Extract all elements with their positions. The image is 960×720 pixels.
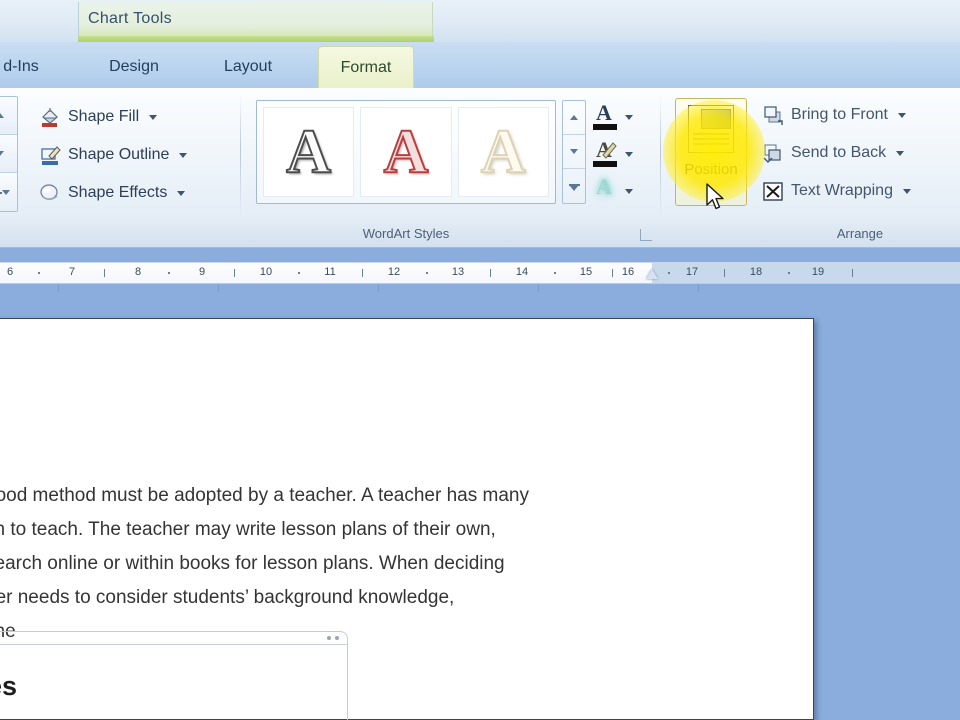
ribbon-body: Shape Fill Shape Outline Shape Effects A… xyxy=(0,88,960,248)
chevron-down-icon[interactable] xyxy=(625,115,633,120)
chevron-down-icon[interactable] xyxy=(179,152,188,158)
text-wrapping-button[interactable]: Text Wrapping xyxy=(762,174,911,208)
ruler-tick: 16 xyxy=(621,266,635,278)
ribbon-tab-strip: d-Ins Design Layout Format xyxy=(0,42,960,88)
group-separator xyxy=(240,94,241,220)
send-to-back-button[interactable]: Send to Back xyxy=(762,136,905,170)
paint-bucket-icon xyxy=(39,106,61,128)
send-to-back-label: Send to Back xyxy=(791,144,887,161)
text-effects-icon: A xyxy=(596,173,612,199)
shape-effects-button[interactable]: Shape Effects xyxy=(34,176,190,210)
shape-effects-icon xyxy=(39,182,61,204)
chevron-down-icon[interactable] xyxy=(897,112,906,118)
wordart-scroll-up-button[interactable] xyxy=(563,101,585,135)
ruler-tick: 15 xyxy=(579,266,593,278)
shape-effects-label: Shape Effects xyxy=(68,184,168,201)
chevron-down-icon xyxy=(0,151,4,156)
gallery-scroll-up-button[interactable] xyxy=(0,97,17,135)
chevron-down-icon[interactable] xyxy=(625,189,633,194)
ruler-tick: 7 xyxy=(68,266,76,278)
ruler-tick: 6 xyxy=(6,266,14,278)
pencil-outline-icon xyxy=(39,144,61,166)
ruler-tick: 8 xyxy=(134,266,142,278)
document-line: ch to teach. The teacher may write lesso… xyxy=(0,519,496,540)
mouse-cursor xyxy=(706,183,728,213)
chevron-down-icon[interactable] xyxy=(177,190,186,196)
ruler-tab-stops xyxy=(0,285,960,293)
selection-handle[interactable] xyxy=(335,636,339,640)
chevron-down-icon[interactable] xyxy=(149,114,158,120)
position-label: Position xyxy=(684,161,738,178)
shape-styles-gallery-scroller[interactable] xyxy=(0,96,18,212)
document-line: search online or within books for lesson… xyxy=(0,553,505,574)
bring-to-front-label: Bring to Front xyxy=(791,106,888,123)
text-effects-button[interactable]: A xyxy=(592,175,656,208)
text-fill-button[interactable]: A xyxy=(592,101,656,134)
tab-layout[interactable]: Layout xyxy=(198,46,298,88)
chevron-up-icon xyxy=(0,113,4,118)
contextual-tab-bar: Chart Tools xyxy=(0,0,960,42)
horizontal-ruler[interactable]: 6 7 8 9 10 11 12 13 14 15 16 17 18 19 xyxy=(0,262,960,284)
text-outline-icon: A xyxy=(592,138,618,169)
send-to-back-icon xyxy=(762,142,784,164)
gallery-more-button[interactable] xyxy=(0,173,17,211)
contextual-tab-title: Chart Tools xyxy=(88,10,172,27)
position-icon xyxy=(688,105,734,153)
tab-design[interactable]: Design xyxy=(86,46,182,88)
chevron-down-icon[interactable] xyxy=(902,188,911,194)
tab-add-ins[interactable]: d-Ins xyxy=(0,46,56,88)
wordart-more-button[interactable] xyxy=(563,169,585,203)
chevron-down-icon xyxy=(1,189,10,195)
ruler-tick: 10 xyxy=(259,266,273,278)
wordart-gallery-scroller[interactable] xyxy=(562,100,586,204)
chevron-up-icon xyxy=(570,115,578,120)
wordart-style-sample-1[interactable]: A xyxy=(263,107,355,197)
ruler-tick: 9 xyxy=(198,266,206,278)
word-application-window: Chart Tools d-Ins Design Layout Format S… xyxy=(0,0,960,720)
bring-to-front-button[interactable]: Bring to Front xyxy=(762,98,906,132)
shape-fill-button[interactable]: Shape Fill xyxy=(34,100,162,134)
wordart-sample-letter: A xyxy=(383,118,430,186)
ruler-margin-zone xyxy=(652,263,960,283)
bring-to-front-icon xyxy=(762,104,784,126)
ruler-tick: 17 xyxy=(685,266,699,278)
shape-outline-label: Shape Outline xyxy=(68,146,170,163)
chevron-down-icon[interactable] xyxy=(896,150,905,156)
arrange-group-label: Arrange xyxy=(836,226,884,241)
chevron-down-icon xyxy=(570,185,578,191)
shape-outline-button[interactable]: Shape Outline xyxy=(34,138,192,172)
group-separator xyxy=(660,94,661,220)
document-page[interactable]: good method must be adopted by a teacher… xyxy=(0,318,814,720)
ruler-tick: 18 xyxy=(749,266,763,278)
document-line: good method must be adopted by a teacher… xyxy=(0,485,529,506)
chevron-down-icon xyxy=(570,149,578,154)
wordart-sample-letter: A xyxy=(285,118,332,186)
document-paragraph[interactable]: good method must be adopted by a teacher… xyxy=(0,479,685,649)
ruler-tick: 13 xyxy=(451,266,465,278)
ruler-tick: 12 xyxy=(387,266,401,278)
wordart-style-sample-2[interactable]: A xyxy=(360,107,452,197)
ruler-tick: 11 xyxy=(324,266,336,278)
gallery-scroll-down-button[interactable] xyxy=(0,135,17,173)
shape-fill-label: Shape Fill xyxy=(68,108,140,125)
ruler-tick: 14 xyxy=(515,266,529,278)
document-heading: es xyxy=(0,671,18,701)
text-fill-icon: A xyxy=(592,101,618,132)
selection-handle[interactable] xyxy=(327,636,331,640)
tab-format[interactable]: Format xyxy=(318,46,414,88)
chevron-down-icon[interactable] xyxy=(625,152,633,157)
wordart-style-sample-3[interactable]: A xyxy=(457,107,549,197)
selected-object-frame[interactable] xyxy=(0,631,348,720)
wordart-styles-gallery[interactable]: A A A xyxy=(256,100,556,204)
text-wrapping-icon xyxy=(762,180,784,202)
wordart-styles-group-label: WordArt Styles xyxy=(362,226,450,241)
text-wrapping-label: Text Wrapping xyxy=(791,182,893,199)
wordart-scroll-down-button[interactable] xyxy=(563,135,585,169)
text-outline-button[interactable]: A xyxy=(592,138,656,171)
indent-marker[interactable] xyxy=(646,269,658,279)
ruler-tick: 19 xyxy=(811,266,825,278)
document-line: her needs to consider students’ backgrou… xyxy=(0,587,455,608)
wordart-sample-letter: A xyxy=(480,118,527,186)
wordart-dialog-launcher[interactable] xyxy=(640,229,652,241)
